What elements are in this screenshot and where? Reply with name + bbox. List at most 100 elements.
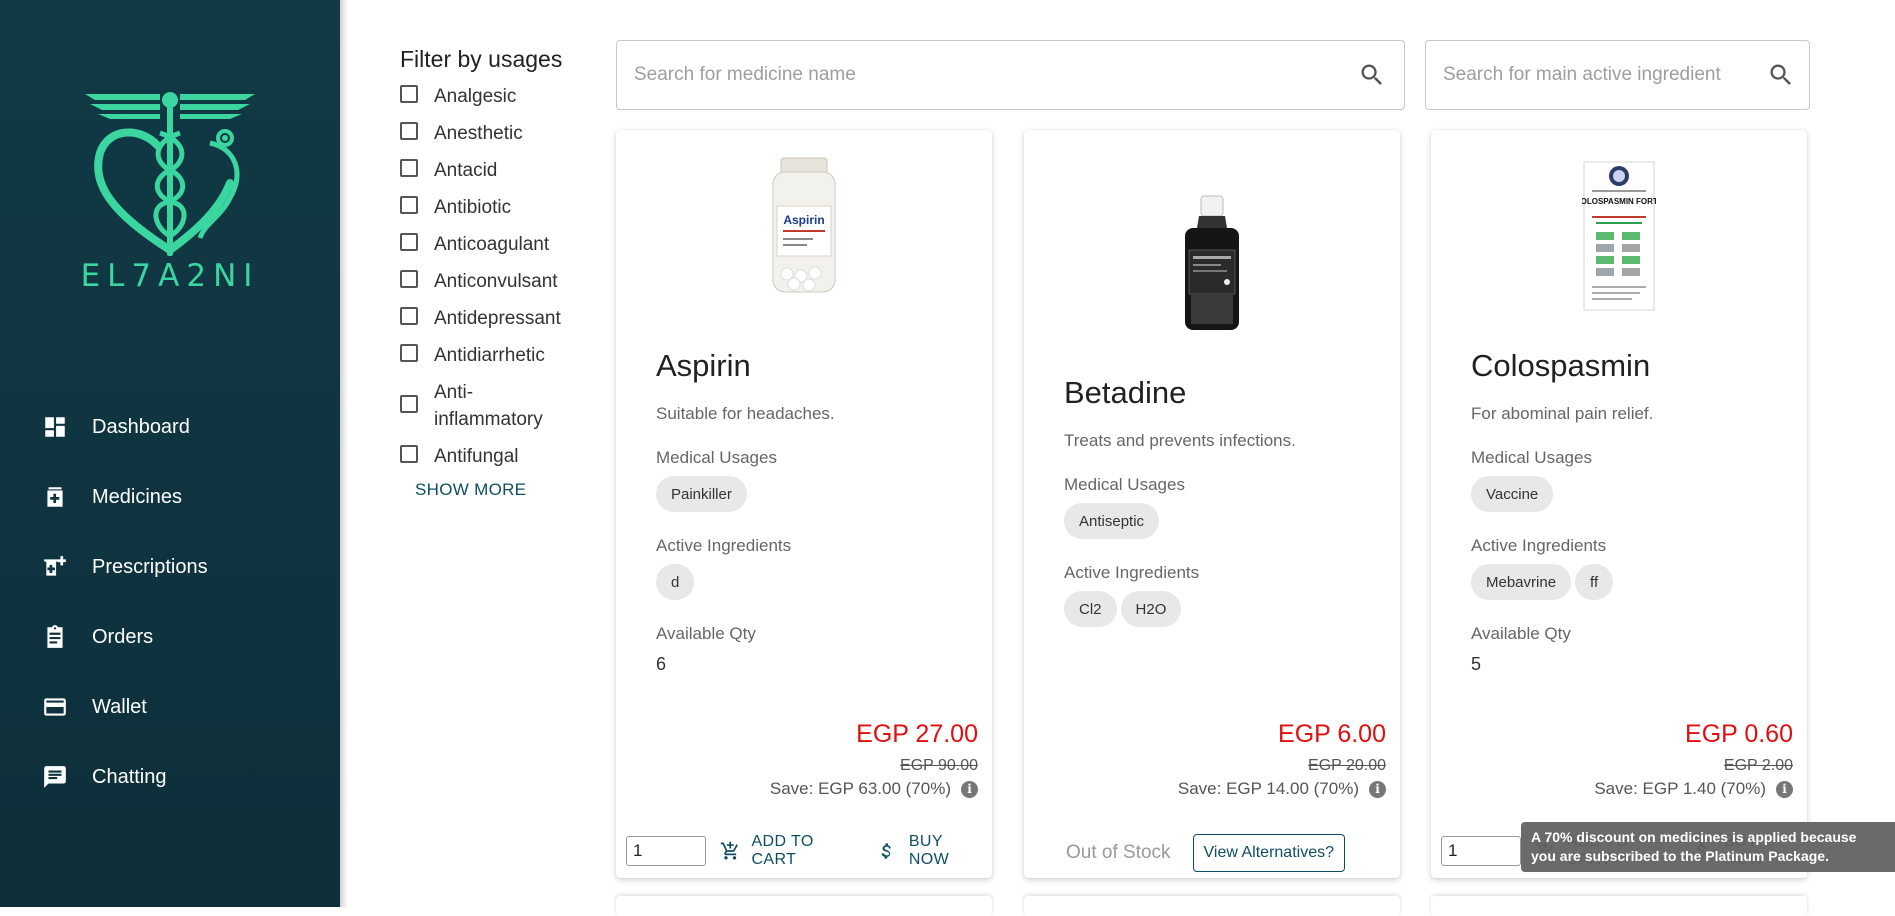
filter-option-label: Antacid: [434, 160, 498, 181]
usage-filter: Filter by usages Analgesic Anesthetic An…: [400, 46, 590, 500]
medicine-card-aspirin: Aspirin Aspirin Suitable for headaches. …: [616, 130, 992, 878]
filter-option-anticonvulsant[interactable]: Anticonvulsant: [400, 268, 590, 295]
next-row-card: [1024, 896, 1400, 916]
medicine-name: Colospasmin: [1471, 348, 1651, 383]
aspirin-label-text: Aspirin: [783, 213, 824, 227]
filter-option-label: Anti-inflammatory: [434, 382, 543, 430]
buy-now-button[interactable]: BUY NOW: [877, 833, 982, 869]
sidebar-item-chatting[interactable]: Chatting: [0, 742, 340, 812]
original-price: EGP 2.00: [1723, 757, 1793, 774]
filter-option-antidiarrhetic[interactable]: Antidiarrhetic: [400, 342, 590, 369]
filter-option-label: Antifungal: [434, 446, 519, 467]
wallet-icon: [42, 694, 68, 720]
checkbox[interactable]: [400, 196, 418, 214]
available-qty-label: Available Qty: [656, 624, 756, 643]
filter-option-analgesic[interactable]: Analgesic: [400, 83, 590, 110]
checkbox[interactable]: [400, 159, 418, 177]
medical-usages-label: Medical Usages: [1471, 448, 1592, 467]
show-more-button[interactable]: SHOW MORE: [415, 480, 590, 500]
card-actions: Out of Stock View Alternatives?: [1034, 834, 1390, 872]
ingredient-search-input[interactable]: [1443, 64, 1767, 86]
dollar-icon: [881, 843, 892, 859]
filter-option-anesthetic[interactable]: Anesthetic: [400, 120, 590, 147]
info-icon[interactable]: i: [961, 780, 978, 798]
ingredient-chip: Cl2: [1064, 591, 1117, 627]
savings-text: Save: EGP 14.00 (70%): [1177, 779, 1359, 798]
prescription-icon: [42, 554, 68, 580]
sidebar-item-medicines[interactable]: Medicines: [0, 462, 340, 532]
filter-option-anti-inflammatory[interactable]: Anti-inflammatory: [400, 379, 590, 433]
usage-chip: Antiseptic: [1064, 503, 1160, 539]
discounted-price: EGP 27.00: [856, 720, 978, 748]
discounted-price: EGP 6.00: [1278, 720, 1386, 748]
checkbox[interactable]: [400, 307, 418, 325]
filter-option-antifungal[interactable]: Antifungal: [400, 443, 590, 470]
add-to-cart-label: ADD TO CART: [751, 833, 814, 868]
card-body: Aspirin Suitable for headaches. Medical …: [656, 348, 962, 675]
add-to-cart-button[interactable]: ADD TO CART: [720, 833, 855, 869]
filter-option-label: Anesthetic: [434, 123, 523, 144]
sidebar-item-label: Wallet: [92, 695, 147, 718]
search-icon[interactable]: [1767, 61, 1795, 89]
card-actions: ADD TO CART BUY NOW: [626, 833, 982, 869]
savings-text: Save: EGP 1.40 (70%): [1594, 779, 1766, 798]
quantity-input[interactable]: [1441, 836, 1521, 866]
discounted-price: EGP 0.60: [1685, 720, 1793, 748]
sidebar-item-label: Chatting: [92, 765, 167, 788]
filter-option-antidepressant[interactable]: Antidepressant: [400, 305, 590, 332]
original-price: EGP 20.00: [1308, 757, 1386, 774]
ingredient-chip: d: [656, 564, 695, 600]
out-of-stock-label: Out of Stock: [1066, 842, 1171, 863]
available-qty-value: 6: [656, 654, 667, 674]
savings: Save: EGP 63.00 (70%) i: [770, 779, 978, 799]
info-icon[interactable]: i: [1369, 780, 1386, 798]
sidebar-item-dashboard[interactable]: Dashboard: [0, 392, 340, 462]
checkbox[interactable]: [400, 233, 418, 251]
sidebar-item-prescriptions[interactable]: Prescriptions: [0, 532, 340, 602]
active-ingredients-label: Active Ingredients: [1471, 536, 1607, 555]
sidebar-item-wallet[interactable]: Wallet: [0, 672, 340, 742]
available-qty-label: Available Qty: [1471, 624, 1571, 643]
orders-icon: [42, 624, 68, 650]
medicine-name: Betadine: [1064, 375, 1187, 410]
info-icon[interactable]: i: [1776, 780, 1793, 798]
filter-option-label: Antidepressant: [434, 308, 561, 329]
medicine-description: Suitable for headaches.: [656, 404, 835, 423]
medicine-description: For abominal pain relief.: [1471, 404, 1654, 423]
filter-option-antacid[interactable]: Antacid: [400, 157, 590, 184]
ingredient-chip: Mebavrine: [1471, 564, 1572, 600]
filter-option-label: Antibiotic: [434, 197, 512, 218]
price-block: EGP 27.00 EGP 90.00 Save: EGP 63.00 (70%…: [770, 720, 978, 799]
ingredient-chip: H2O: [1120, 591, 1182, 627]
colospasmin-label-text: COLOSPASMIN FORTE: [1582, 197, 1656, 206]
savings: Save: EGP 1.40 (70%) i: [1594, 779, 1793, 799]
dashboard-icon: [42, 414, 68, 440]
checkbox[interactable]: [400, 122, 418, 140]
buy-now-label: BUY NOW: [908, 833, 950, 868]
checkbox[interactable]: [400, 395, 418, 413]
filter-option-antibiotic[interactable]: Antibiotic: [400, 194, 590, 221]
view-alternatives-button[interactable]: View Alternatives?: [1192, 834, 1345, 872]
medicine-name-search-input[interactable]: [634, 64, 1358, 86]
medical-usages-label: Medical Usages: [1064, 475, 1185, 494]
filter-option-anticoagulant[interactable]: Anticoagulant: [400, 231, 590, 258]
colospasmin-box-image: COLOSPASMIN FORTE: [1431, 160, 1807, 312]
search-icon[interactable]: [1358, 61, 1386, 89]
usage-chips: Vaccine: [1471, 476, 1777, 512]
checkbox[interactable]: [400, 445, 418, 463]
betadine-bottle-image: [1024, 194, 1400, 334]
sidebar-item-orders[interactable]: Orders: [0, 602, 340, 672]
checkbox[interactable]: [400, 85, 418, 103]
card-body: Betadine Treats and prevents infections.…: [1064, 375, 1370, 627]
quantity-input[interactable]: [626, 836, 706, 866]
price-block: EGP 0.60 EGP 2.00 Save: EGP 1.40 (70%) i: [1594, 720, 1793, 799]
active-ingredients-label: Active Ingredients: [1064, 563, 1200, 582]
next-row-card: [1431, 896, 1807, 916]
chat-icon: [42, 764, 68, 790]
usage-chip: Vaccine: [1471, 476, 1554, 512]
checkbox[interactable]: [400, 270, 418, 288]
checkbox[interactable]: [400, 344, 418, 362]
filter-option-label: Analgesic: [434, 86, 517, 107]
usage-chips: Painkiller: [656, 476, 962, 512]
filter-option-label: Antidiarrhetic: [434, 345, 545, 366]
